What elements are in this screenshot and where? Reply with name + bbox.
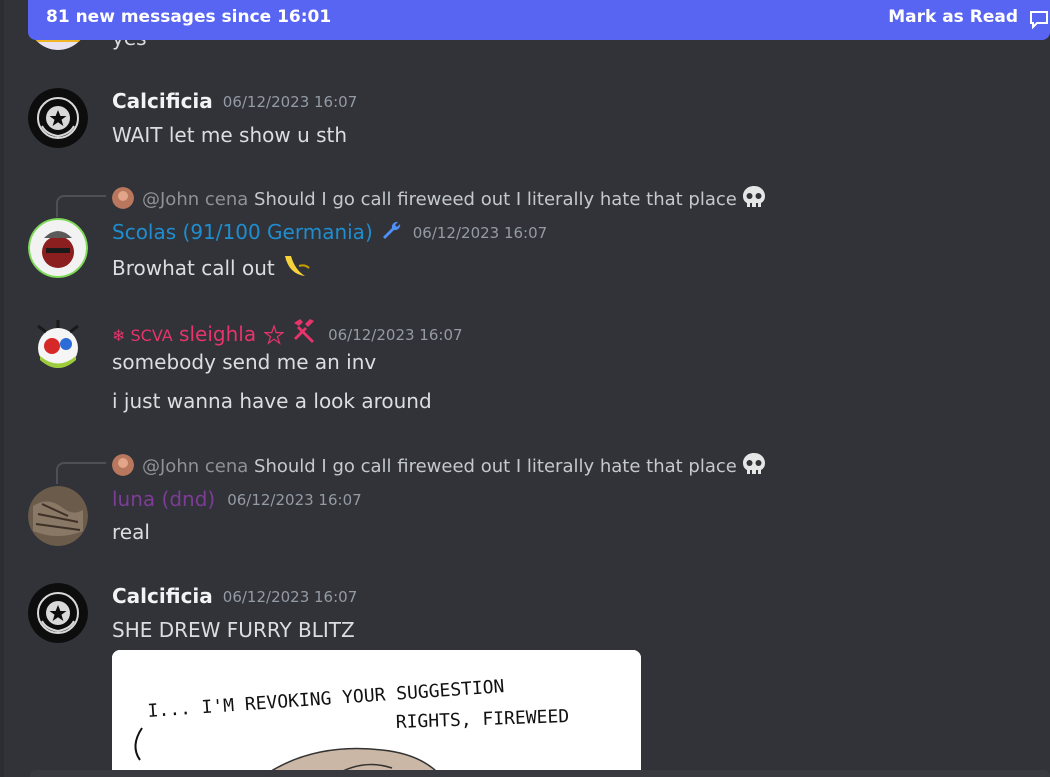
new-messages-text: 81 new messages since 16:01 — [46, 7, 332, 27]
timestamp[interactable]: 06/12/2023 16:07 — [227, 491, 361, 509]
avatar[interactable] — [28, 583, 88, 643]
skull-emoji-icon — [741, 184, 767, 215]
reply-spine — [56, 195, 106, 217]
avatar[interactable] — [28, 486, 88, 546]
reply-author[interactable]: @John cena — [142, 456, 248, 477]
hammer-icon[interactable] — [290, 317, 318, 349]
timestamp[interactable]: 06/12/2023 16:07 — [413, 224, 547, 242]
avatar[interactable] — [28, 316, 88, 376]
avatar[interactable] — [28, 88, 88, 148]
wrench-icon[interactable] — [379, 219, 403, 247]
message-text: i just wanna have a look around — [112, 389, 432, 413]
image-attachment[interactable]: I... I'M REVOKING YOUR SUGGESTION RIGHTS… — [112, 650, 641, 777]
new-messages-banner[interactable]: 81 new messages since 16:01 Mark as Read — [28, 0, 1050, 40]
author-name[interactable]: ❄ SCVA sleighla — [112, 322, 256, 346]
timestamp[interactable]: 06/12/2023 16:07 — [328, 326, 462, 344]
author-name[interactable]: Calcificia — [112, 584, 213, 608]
message-text: WAIT let me show u sth — [112, 123, 348, 147]
timestamp[interactable]: 06/12/2023 16:07 — [223, 588, 357, 606]
message-text: Browhat call out — [112, 252, 311, 285]
reply-author[interactable]: @John cena — [142, 189, 248, 210]
reply-spine — [56, 462, 106, 484]
author-name[interactable]: luna (dnd) — [112, 487, 215, 511]
reply-avatar[interactable] — [112, 187, 134, 209]
author-name[interactable]: Calcificia — [112, 89, 213, 113]
mark-as-read-button[interactable]: Mark as Read — [888, 0, 1018, 34]
banana-emoji-icon — [281, 252, 311, 285]
reply-avatar[interactable] — [112, 454, 134, 476]
message-input-edge — [30, 770, 1050, 777]
skull-emoji-icon — [741, 451, 767, 482]
reply-text: Should I go call fireweed out I literall… — [254, 189, 737, 210]
reply-preview[interactable]: @John cena Should I go call fireweed out… — [112, 451, 767, 482]
mark-read-icon[interactable] — [1028, 7, 1050, 30]
message-text: somebody send me an inv — [112, 350, 377, 374]
message-text: SHE DREW FURRY BLITZ — [112, 618, 355, 642]
channel-left-edge — [0, 0, 4, 777]
avatar[interactable] — [28, 218, 88, 278]
author-name[interactable]: Scolas (91/100 Germania) — [112, 220, 373, 244]
reply-preview[interactable]: @John cena Should I go call fireweed out… — [112, 184, 767, 215]
reply-text: Should I go call fireweed out I literall… — [254, 456, 737, 477]
message-text: real — [112, 520, 150, 544]
pentagram-icon — [263, 324, 285, 349]
timestamp[interactable]: 06/12/2023 16:07 — [223, 93, 357, 111]
